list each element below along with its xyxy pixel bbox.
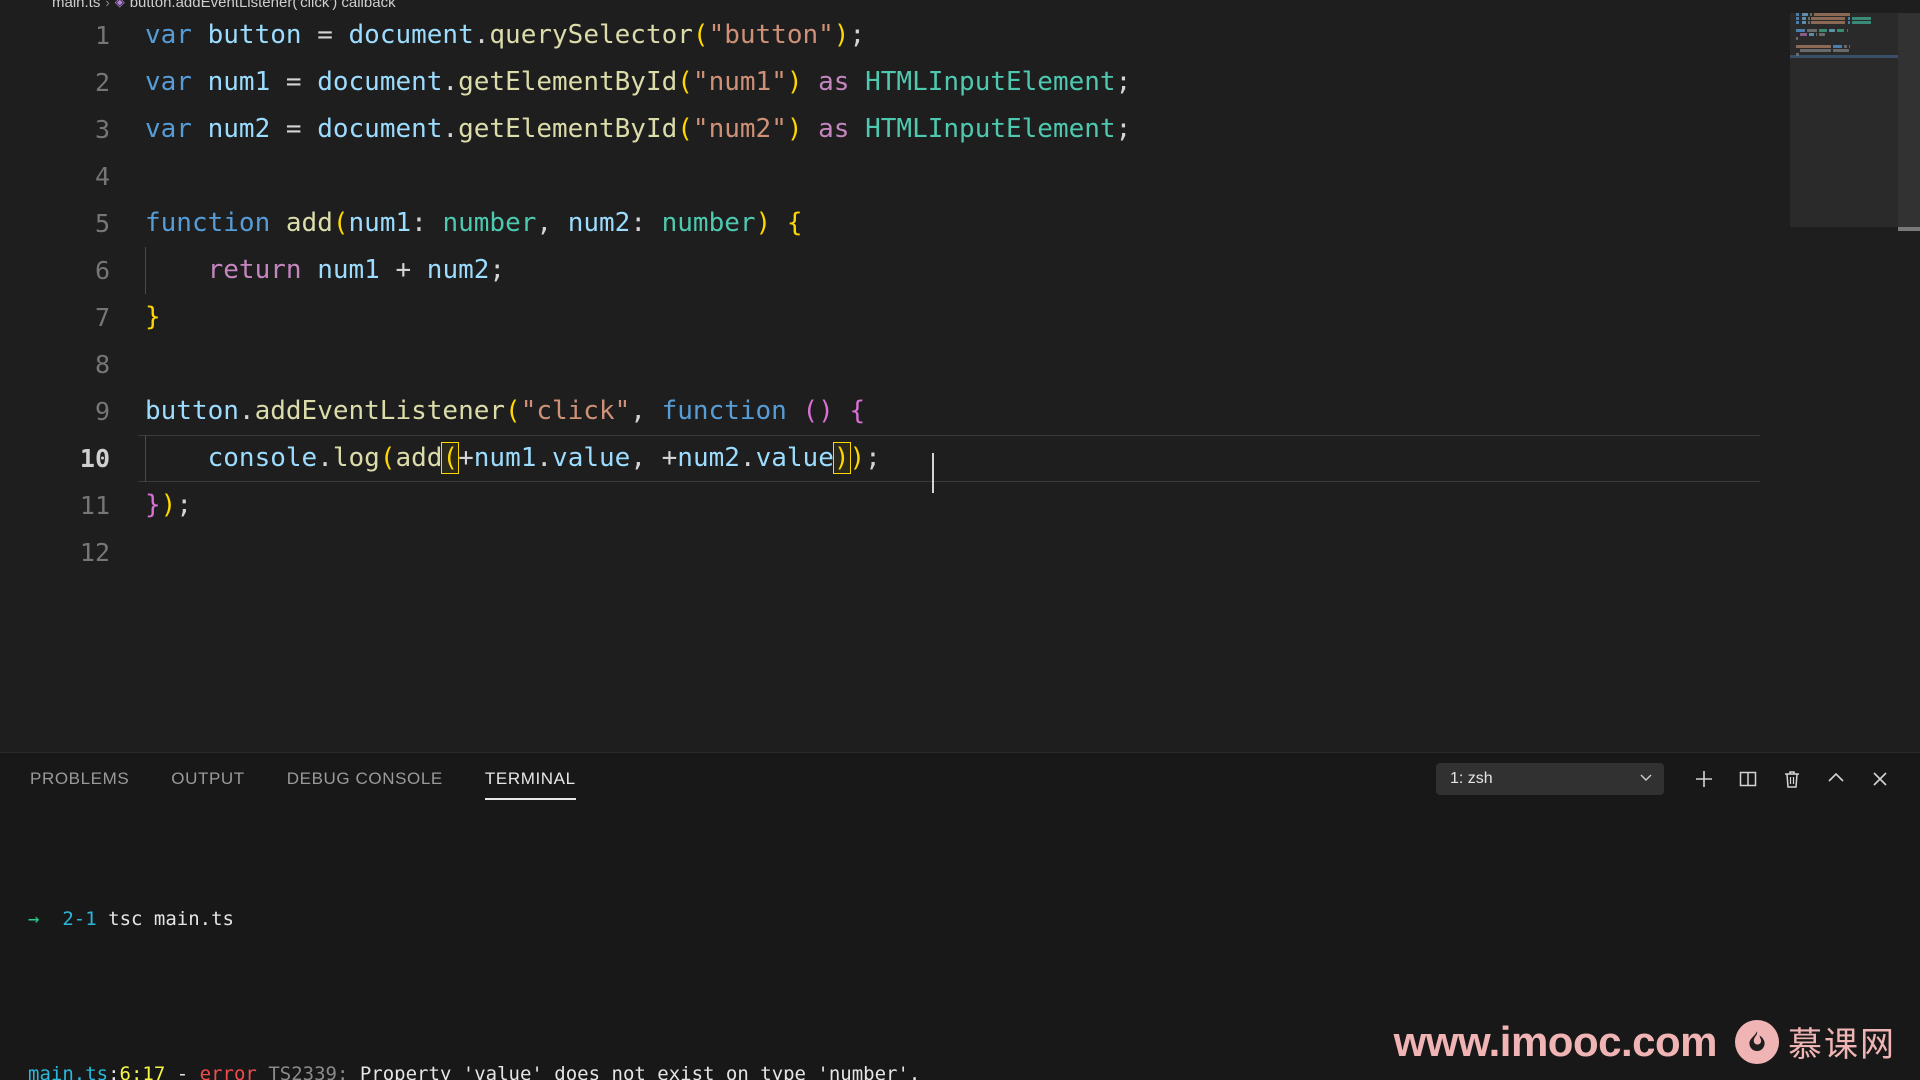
tab-problems[interactable]: PROBLEMS (30, 753, 129, 805)
watermark-logo: 慕课网 (1735, 1017, 1896, 1066)
breadcrumb-function[interactable]: button.addEventListener('click') callbac… (130, 0, 396, 11)
line-content: var num1 = document.getElementById("num1… (145, 67, 1132, 97)
split-terminal-icon[interactable] (1726, 757, 1770, 801)
symbol-method-icon: ◈ (114, 0, 125, 9)
prompt-dir: 2-1 (62, 908, 97, 930)
scrollbar-thumb[interactable] (1898, 12, 1920, 227)
line-content: function add(num1: number, num2: number)… (145, 208, 803, 238)
breadcrumb[interactable]: main.ts › ◈ button.addEventListener('cli… (0, 0, 1920, 13)
line-number: 9 (94, 397, 110, 426)
line-number: 8 (94, 350, 110, 379)
chevron-down-icon (1638, 769, 1654, 790)
code-line-active[interactable]: 10 console.log(add(+num1.value, +num2.va… (0, 435, 1920, 482)
minimap-row (1790, 56, 1898, 60)
prompt-command: tsc main.ts (108, 908, 234, 930)
tab-debug-console[interactable]: DEBUG CONSOLE (287, 753, 443, 805)
code-line[interactable]: 7 } (0, 294, 1920, 341)
watermark-brand: 慕课网 (1788, 1025, 1896, 1065)
line-number: 5 (94, 209, 110, 238)
new-terminal-icon[interactable] (1682, 757, 1726, 801)
line-content: console.log(add(+num1.value, +num2.value… (207, 442, 881, 474)
line-content: } (145, 302, 161, 332)
line-number: 2 (94, 68, 110, 97)
code-line[interactable]: 2 var num1 = document.getElementById("nu… (0, 59, 1920, 106)
terminal-selector-value: 1: zsh (1450, 770, 1493, 787)
line-number: 10 (79, 444, 110, 473)
code-editor[interactable]: 1 var button = document.querySelector("b… (0, 12, 1920, 752)
error-dash: - (176, 1063, 189, 1080)
kill-terminal-icon[interactable] (1770, 757, 1814, 801)
line-number: 4 (94, 162, 110, 191)
minimap-rows (1790, 12, 1898, 60)
terminal-prompt-line: → 2-1 tsc main.ts (28, 904, 1920, 935)
line-number: 12 (79, 538, 110, 567)
line-number: 1 (94, 21, 110, 50)
flame-logo-icon (1735, 1019, 1779, 1064)
line-content: var button = document.querySelector("but… (145, 20, 866, 50)
error-severity: error (199, 1063, 257, 1080)
line-number: 3 (94, 115, 110, 144)
line-number: 11 (79, 491, 110, 520)
line-content: button.addEventListener("click", functio… (145, 396, 866, 426)
error-code: TS2339: (268, 1063, 349, 1080)
watermark-url: www.imooc.com (1393, 1017, 1718, 1065)
line-content: }); (145, 490, 192, 520)
error-file: main.ts (28, 1063, 109, 1080)
code-line[interactable]: 4 (0, 153, 1920, 200)
overview-ruler-mark (1898, 227, 1920, 231)
panel-actions: 1: zsh (1436, 753, 1902, 805)
tab-terminal[interactable]: TERMINAL (484, 753, 576, 805)
line-content: return num1 + num2; (207, 255, 506, 285)
close-panel-icon[interactable] (1858, 757, 1902, 801)
tab-output[interactable]: OUTPUT (171, 753, 244, 805)
watermark: www.imooc.com 慕课网 (1394, 1017, 1896, 1066)
text-cursor (932, 453, 934, 493)
code-line[interactable]: 9 button.addEventListener("click", funct… (0, 388, 1920, 435)
code-line[interactable]: 3 var num2 = document.getElementById("nu… (0, 106, 1920, 153)
line-number: 6 (94, 256, 110, 285)
breadcrumb-separator: › (105, 0, 110, 10)
panel-header: PROBLEMS OUTPUT DEBUG CONSOLE TERMINAL 1… (0, 753, 1920, 805)
code-line[interactable]: 11 }); (0, 482, 1920, 529)
editor-vertical-scrollbar[interactable] (1898, 12, 1920, 752)
maximize-panel-icon[interactable] (1814, 757, 1858, 801)
code-line[interactable]: 1 var button = document.querySelector("b… (0, 12, 1920, 59)
breadcrumb-file[interactable]: main.ts (52, 0, 100, 11)
code-line[interactable]: 6 return num1 + num2; (0, 247, 1920, 294)
terminal-selector[interactable]: 1: zsh (1436, 763, 1664, 795)
error-position: 6:17 (119, 1063, 166, 1080)
code-line[interactable]: 8 (0, 341, 1920, 388)
line-number: 7 (94, 303, 110, 332)
prompt-arrow-icon: → (28, 908, 40, 930)
minimap[interactable] (1790, 12, 1898, 752)
code-line[interactable]: 12 (0, 529, 1920, 576)
line-content: var num2 = document.getElementById("num2… (145, 114, 1132, 144)
error-message: Property 'value' does not exist on type … (359, 1063, 921, 1080)
code-line[interactable]: 5 function add(num1: number, num2: numbe… (0, 200, 1920, 247)
